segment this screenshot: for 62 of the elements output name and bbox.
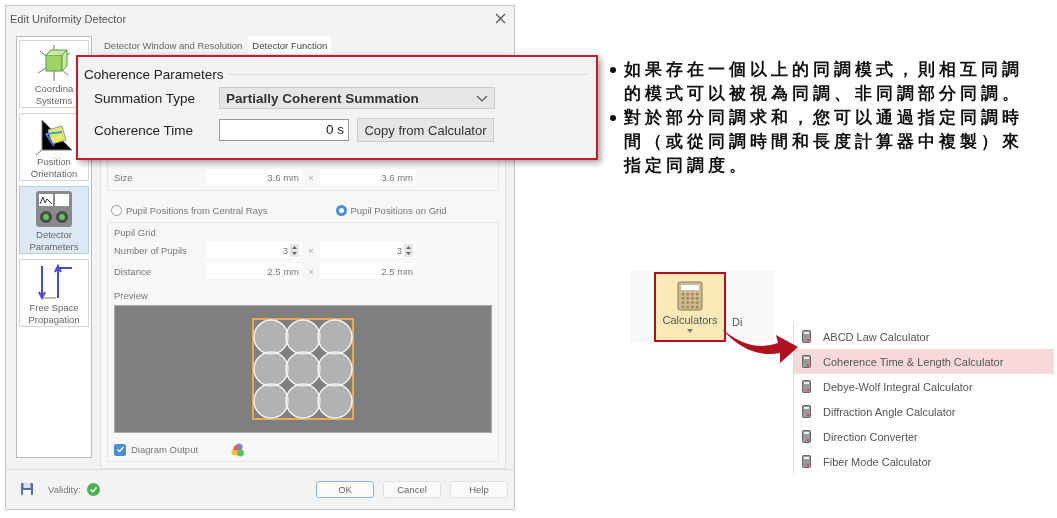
number-field[interactable]: 2.5 mm <box>206 263 302 280</box>
field-label: Coherence Time <box>94 122 195 138</box>
number-field[interactable]: 2.5 mm <box>320 263 416 280</box>
times-sign: × <box>307 171 315 183</box>
sidebar-item[interactable]: Detector Parameters <box>19 185 89 254</box>
menu-item[interactable]: Diffraction Angle Calculator <box>794 399 1054 424</box>
tab[interactable]: Detector Function <box>248 35 332 54</box>
sidebar-item[interactable]: Free Space Propagation <box>19 258 89 327</box>
close-icon[interactable] <box>495 13 506 25</box>
dialog-button[interactable]: Cancel <box>383 480 441 498</box>
menu-item[interactable]: Direction Converter <box>794 424 1054 449</box>
radio-button[interactable] <box>111 204 122 216</box>
calculator-icon <box>677 281 703 311</box>
group-title: Pupil Grid <box>114 226 157 238</box>
copy-button[interactable]: Copy from Calculator <box>357 118 494 142</box>
summation-dropdown[interactable]: Partially Coherent Summation <box>219 87 495 109</box>
field-label: Distance <box>114 265 152 277</box>
field-label: Size <box>114 171 134 183</box>
bullet-icon <box>610 67 616 73</box>
checkbox[interactable] <box>114 443 126 456</box>
preview-label: Preview <box>114 289 149 301</box>
radio-button[interactable] <box>335 204 347 216</box>
spinner-icon[interactable] <box>404 243 413 257</box>
dialog-button[interactable]: OK <box>316 480 374 498</box>
dialog-button[interactable]: Help <box>450 480 508 498</box>
calculator-icon <box>802 455 811 468</box>
calculators-button[interactable]: Calculators <box>654 272 726 342</box>
calculator-icon <box>802 380 811 393</box>
calculator-icon <box>802 330 811 343</box>
checkbox-label[interactable]: Diagram Output <box>131 444 199 456</box>
field-label: Number of Pupils <box>114 244 188 256</box>
menu-item[interactable]: Debye-Wolf Integral Calculator <box>794 374 1054 399</box>
radio-label[interactable]: Pupil Positions on Grid <box>350 204 447 216</box>
radio-label[interactable]: Pupil Positions from Central Rays <box>126 204 268 216</box>
check-icon <box>86 482 100 496</box>
number-field[interactable]: 3.6 mm <box>206 169 302 186</box>
caret-icon <box>687 329 693 333</box>
number-field[interactable]: 3 <box>206 242 302 259</box>
chevron-down-icon <box>476 94 488 102</box>
validity-label: Validity: <box>48 483 81 495</box>
time-field[interactable]: 0 s <box>219 119 349 141</box>
color-circles-icon[interactable] <box>231 442 246 457</box>
spinner-icon[interactable] <box>290 243 299 257</box>
times-sign: × <box>307 265 315 277</box>
calculator-icon <box>802 355 811 368</box>
field-label: Summation Type <box>94 90 197 106</box>
ribbon-label: Di <box>732 316 743 328</box>
number-field[interactable]: 3 <box>320 242 416 259</box>
save-icon[interactable] <box>20 482 34 497</box>
calculator-icon <box>802 405 811 418</box>
bullet-icon <box>610 115 616 121</box>
calculator-icon <box>802 430 811 443</box>
detector-icon <box>34 188 74 229</box>
menu-item[interactable]: Fiber Mode Calculator <box>794 449 1054 474</box>
menu-item[interactable]: Coherence Time & Length Calculator <box>794 349 1054 374</box>
note-text: 如果存在一個以上的同調模式，則相互同調的模式可以被視為同調、非同調部分同調。 <box>624 59 1024 105</box>
times-sign: × <box>307 244 315 256</box>
menu-item[interactable]: ABCD Law Calculator <box>794 324 1054 349</box>
tab[interactable]: Detector Window and Resolution <box>100 35 247 54</box>
note-text: 對於部分同調求和，您可以通過指定同調時間（或從同調時間和長度計算器中複製）來指定同調度。 <box>624 107 1024 177</box>
number-field[interactable]: 3.6 mm <box>320 169 416 186</box>
window-title: Edit Uniformity Detector <box>10 12 127 25</box>
